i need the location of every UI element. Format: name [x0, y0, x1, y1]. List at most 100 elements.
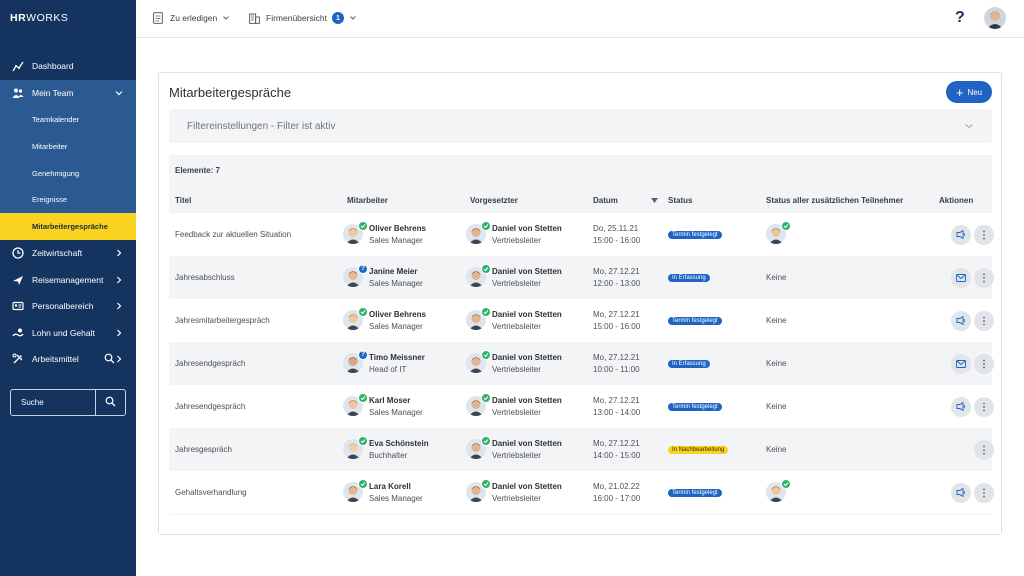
employee-name[interactable]: Oliver Behrens: [369, 309, 426, 321]
topbar: Zu erledigen Firmenübersicht 1 ?: [136, 0, 1024, 38]
sidebar-item-reisemanagement[interactable]: Reisemanagement: [0, 267, 136, 293]
search-button[interactable]: [95, 390, 125, 415]
supervisor-avatar[interactable]: [466, 306, 491, 332]
participant-avatar[interactable]: [766, 220, 791, 246]
sidebar-subitem-mitarbeitergespraeche[interactable]: Mitarbeitergespräche: [0, 213, 136, 240]
table-row[interactable]: Jahresmitarbeitergespräch Oliver Behrens…: [169, 299, 994, 342]
more-action-button[interactable]: [974, 267, 994, 288]
video-action-button[interactable]: [951, 482, 971, 503]
user-avatar[interactable]: [984, 7, 1006, 29]
sidebar-item-dashboard[interactable]: Dashboard: [0, 53, 136, 79]
column-header-mitarbeiter[interactable]: Mitarbeiter: [347, 196, 388, 205]
supervisor-avatar[interactable]: [466, 435, 491, 461]
more-action-button[interactable]: [974, 353, 994, 374]
video-action-button[interactable]: [951, 396, 971, 417]
employee-name[interactable]: Lara Korell: [369, 481, 423, 493]
participants-cell: Keine: [766, 299, 786, 342]
more-icon: [982, 488, 986, 498]
sidebar-item-label: Arbeitsmittel: [32, 354, 79, 364]
column-header-teilnehmer[interactable]: Status aller zusätzlichen Teilnehmer: [766, 196, 903, 205]
supervisor-name[interactable]: Daniel von Stetten: [492, 266, 562, 278]
more-action-button[interactable]: [974, 310, 994, 331]
check-status-icon: [358, 435, 368, 446]
status-cell: In Erfassung: [668, 342, 710, 385]
table-row[interactable]: Jahresabschluss ? Janine Meier Sales Mana…: [169, 256, 994, 299]
supervisor-avatar[interactable]: [466, 349, 491, 375]
supervisor-name[interactable]: Daniel von Stetten: [492, 481, 562, 493]
check-status-icon: [481, 306, 491, 317]
sidebar-subitem-genehmigung[interactable]: Genehmigung: [0, 160, 136, 187]
employee-avatar[interactable]: [343, 306, 368, 332]
table-row[interactable]: Jahresgespräch Eva Schönstein Buchhalter …: [169, 428, 994, 471]
video-action-button[interactable]: [951, 310, 971, 331]
supervisor-name[interactable]: Daniel von Stetten: [492, 352, 562, 364]
employee-name[interactable]: Janine Meier: [369, 266, 423, 278]
column-header-aktionen: Aktionen: [939, 196, 974, 205]
supervisor-avatar[interactable]: [466, 263, 491, 289]
sidebar-subnav-mein-team: Teamkalender Mitarbeiter Genehmigung Ere…: [0, 106, 136, 240]
supervisor-avatar[interactable]: [466, 478, 491, 504]
supervisor-name[interactable]: Daniel von Stetten: [492, 309, 562, 321]
mail-action-button[interactable]: [951, 267, 971, 288]
sidebar-subitem-mitarbeiter[interactable]: Mitarbeiter: [0, 133, 136, 160]
company-overview-menu[interactable]: Firmenübersicht 1: [249, 12, 357, 24]
mail-action-button[interactable]: [951, 353, 971, 374]
supervisor-name[interactable]: Daniel von Stetten: [492, 438, 562, 450]
supervisor-name[interactable]: Daniel von Stetten: [492, 395, 562, 407]
more-icon: [982, 273, 986, 283]
sidebar-item-mein-team[interactable]: Mein Team: [0, 80, 136, 106]
video-action-button[interactable]: [951, 224, 971, 245]
column-header-titel[interactable]: Titel: [175, 196, 191, 205]
participant-avatar[interactable]: [766, 478, 791, 504]
sidebar-search[interactable]: Suche: [10, 389, 126, 416]
table-row[interactable]: Feedback zur aktuellen Situation Oliver …: [169, 213, 994, 256]
sidebar-item-arbeitsmittel[interactable]: Arbeitsmittel: [0, 346, 136, 372]
video-icon: [956, 316, 966, 325]
employee-role: Sales Manager: [369, 235, 423, 245]
sidebar-subitem-teamkalender[interactable]: Teamkalender: [0, 106, 136, 133]
sidebar-item-zeitwirtschaft[interactable]: Zeitwirtschaft: [0, 240, 136, 266]
search-input[interactable]: Suche: [11, 398, 95, 407]
table-row[interactable]: Gehaltsverhandlung Lara Korell Sales Mana…: [169, 471, 994, 514]
more-action-button[interactable]: [974, 482, 994, 503]
table-row[interactable]: Jahresendgespräch ? Timo Meissner Head of…: [169, 342, 994, 385]
employee-avatar[interactable]: [343, 392, 368, 418]
column-header-vorgesetzter[interactable]: Vorgesetzter: [470, 196, 518, 205]
new-button[interactable]: + Neu: [946, 81, 992, 103]
employee-name[interactable]: Karl Moser: [369, 395, 423, 407]
employee-name[interactable]: Eva Schönstein: [369, 438, 429, 450]
more-action-button[interactable]: [974, 224, 994, 245]
help-button[interactable]: ?: [955, 9, 965, 27]
sidebar-subitem-ereignisse[interactable]: Ereignisse: [0, 186, 136, 213]
more-action-button[interactable]: [974, 396, 994, 417]
employee-avatar[interactable]: [343, 435, 368, 461]
employee-avatar[interactable]: ?: [343, 349, 368, 375]
supervisor-name[interactable]: Daniel von Stetten: [492, 223, 562, 235]
employee-avatar[interactable]: ?: [343, 263, 368, 289]
column-header-datum[interactable]: Datum: [593, 196, 658, 205]
new-button-label: Neu: [967, 87, 983, 97]
more-action-button[interactable]: [974, 439, 994, 460]
more-icon: [982, 359, 986, 369]
employee-name[interactable]: Timo Meissner: [369, 352, 425, 364]
todo-menu[interactable]: Zu erledigen: [153, 12, 230, 24]
employee-avatar[interactable]: [343, 220, 368, 246]
date-time: 15:00 - 16:00: [593, 321, 641, 331]
table-row[interactable]: Jahresendgespräch Karl Moser Sales Manage…: [169, 385, 994, 428]
supervisor-avatar[interactable]: [466, 392, 491, 418]
supervisor-avatar[interactable]: [466, 220, 491, 246]
actions-cell: [948, 471, 994, 514]
employee-role: Sales Manager: [369, 321, 423, 331]
participants-cell: [766, 471, 792, 514]
employee-name[interactable]: Oliver Behrens: [369, 223, 426, 235]
column-header-status[interactable]: Status: [668, 196, 692, 205]
sidebar-item-personalbereich[interactable]: Personalbereich: [0, 293, 136, 319]
chevron-right-icon: [114, 301, 124, 311]
actions-cell: [948, 256, 994, 299]
question-status-icon: ?: [358, 349, 368, 360]
sidebar-item-lohn-und-gehalt[interactable]: Lohn und Gehalt: [0, 320, 136, 346]
date-time: 16:00 - 17:00: [593, 493, 641, 503]
filter-settings-toggle[interactable]: Filtereinstellungen - Filter ist aktiv: [169, 109, 992, 143]
hrworks-logo[interactable]: HRWORKS: [10, 12, 68, 24]
employee-avatar[interactable]: [343, 478, 368, 504]
